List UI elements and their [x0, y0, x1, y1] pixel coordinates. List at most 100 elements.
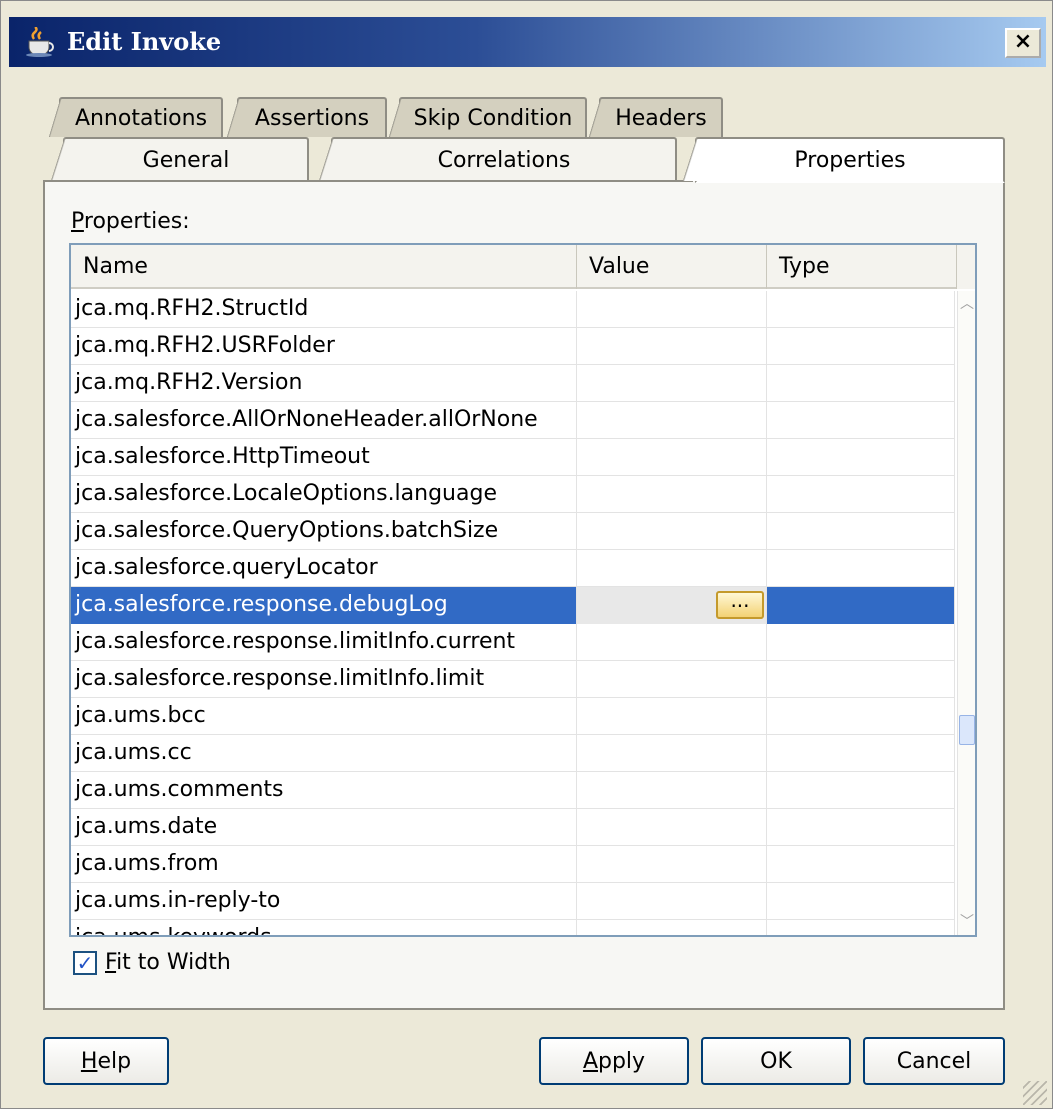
- fit-to-width-label[interactable]: Fit to Width: [105, 950, 231, 975]
- table-row[interactable]: jca.salesforce.QueryOptions.batchSize: [71, 513, 955, 550]
- property-name-cell[interactable]: jca.ums.comments: [71, 772, 577, 809]
- property-value-cell[interactable]: [577, 772, 767, 809]
- table-row[interactable]: jca.ums.from: [71, 846, 955, 883]
- property-name-cell[interactable]: jca.ums.cc: [71, 735, 577, 772]
- property-type-cell[interactable]: [767, 291, 955, 328]
- property-name-cell[interactable]: jca.salesforce.AllOrNoneHeader.allOrNone: [71, 402, 577, 439]
- property-value-cell[interactable]: [577, 846, 767, 883]
- property-name-cell[interactable]: jca.salesforce.QueryOptions.batchSize: [71, 513, 577, 550]
- property-value-cell[interactable]: [577, 735, 767, 772]
- property-type-cell[interactable]: [767, 735, 955, 772]
- tab-general[interactable]: General: [51, 137, 309, 181]
- title-bar[interactable]: Edit Invoke ×: [9, 17, 1046, 67]
- property-name-cell[interactable]: jca.salesforce.response.limitInfo.limit: [71, 661, 577, 698]
- property-value-cell[interactable]: [577, 291, 767, 328]
- table-row[interactable]: jca.mq.RFH2.StructId: [71, 291, 955, 328]
- table-row[interactable]: jca.ums.keywords: [71, 920, 955, 935]
- table-row[interactable]: jca.salesforce.HttpTimeout: [71, 439, 955, 476]
- resize-grip[interactable]: [1023, 1081, 1047, 1105]
- table-row[interactable]: jca.mq.RFH2.Version: [71, 365, 955, 402]
- tab-label: General: [142, 147, 230, 173]
- property-name-cell[interactable]: jca.salesforce.HttpTimeout: [71, 439, 577, 476]
- vertical-scrollbar[interactable]: ︿ ﹀: [957, 291, 975, 935]
- property-name-cell[interactable]: jca.mq.RFH2.USRFolder: [71, 328, 577, 365]
- table-row[interactable]: jca.salesforce.response.debugLog...: [71, 587, 955, 624]
- property-type-cell[interactable]: [767, 809, 955, 846]
- table-row[interactable]: jca.ums.in-reply-to: [71, 883, 955, 920]
- property-type-cell[interactable]: [767, 587, 955, 624]
- property-name-cell[interactable]: jca.ums.in-reply-to: [71, 883, 577, 920]
- property-value-cell[interactable]: [577, 920, 767, 935]
- property-type-cell[interactable]: [767, 402, 955, 439]
- tab-label: Headers: [615, 105, 707, 131]
- table-row[interactable]: jca.salesforce.queryLocator: [71, 550, 955, 587]
- apply-button[interactable]: Apply: [539, 1037, 689, 1085]
- property-type-cell[interactable]: [767, 698, 955, 735]
- property-type-cell[interactable]: [767, 439, 955, 476]
- property-value-cell[interactable]: [577, 402, 767, 439]
- apply-mnemonic: A: [582, 1048, 598, 1074]
- property-value-cell[interactable]: [577, 328, 767, 365]
- property-value-cell[interactable]: [577, 883, 767, 920]
- tab-annotations[interactable]: Annotations: [49, 97, 223, 137]
- edit-value-button[interactable]: ...: [716, 590, 764, 619]
- column-header-name[interactable]: Name: [71, 245, 577, 289]
- close-button[interactable]: ×: [1005, 28, 1041, 58]
- tab-correlations[interactable]: Correlations: [319, 137, 677, 181]
- table-row[interactable]: jca.salesforce.LocaleOptions.language: [71, 476, 955, 513]
- property-name-cell[interactable]: jca.salesforce.response.limitInfo.curren…: [71, 624, 577, 661]
- table-row[interactable]: jca.salesforce.response.limitInfo.curren…: [71, 624, 955, 661]
- property-type-cell[interactable]: [767, 328, 955, 365]
- property-value-cell[interactable]: [577, 661, 767, 698]
- property-type-cell[interactable]: [767, 513, 955, 550]
- tab-skip-condition[interactable]: Skip Condition: [389, 97, 587, 137]
- property-name-cell[interactable]: jca.mq.RFH2.StructId: [71, 291, 577, 328]
- table-row[interactable]: jca.mq.RFH2.USRFolder: [71, 328, 955, 365]
- apply-label: pply: [598, 1048, 646, 1074]
- property-name-cell[interactable]: jca.salesforce.LocaleOptions.language: [71, 476, 577, 513]
- property-type-cell[interactable]: [767, 550, 955, 587]
- property-name-cell[interactable]: jca.mq.RFH2.Version: [71, 365, 577, 402]
- property-value-cell[interactable]: [577, 550, 767, 587]
- table-row[interactable]: jca.ums.bcc: [71, 698, 955, 735]
- property-value-cell[interactable]: [577, 698, 767, 735]
- property-name-cell[interactable]: jca.ums.from: [71, 846, 577, 883]
- property-name-cell[interactable]: jca.salesforce.response.debugLog: [71, 587, 577, 624]
- property-value-cell[interactable]: [577, 513, 767, 550]
- property-name-cell[interactable]: jca.salesforce.queryLocator: [71, 550, 577, 587]
- fit-to-width-checkbox[interactable]: ✓: [73, 951, 97, 975]
- column-header-value[interactable]: Value: [577, 245, 767, 289]
- chevron-up-icon[interactable]: ︿: [960, 293, 974, 313]
- property-value-cell[interactable]: [577, 809, 767, 846]
- ok-button[interactable]: OK: [701, 1037, 851, 1085]
- property-value-cell[interactable]: [577, 365, 767, 402]
- property-type-cell[interactable]: [767, 846, 955, 883]
- table-row[interactable]: jca.salesforce.AllOrNoneHeader.allOrNone: [71, 402, 955, 439]
- property-type-cell[interactable]: [767, 920, 955, 935]
- property-name-cell[interactable]: jca.ums.keywords: [71, 920, 577, 935]
- table-row[interactable]: jca.ums.comments: [71, 772, 955, 809]
- property-value-cell[interactable]: [577, 439, 767, 476]
- tab-properties[interactable]: Properties: [683, 137, 1005, 183]
- scrollbar-thumb[interactable]: [959, 715, 975, 745]
- column-header-type[interactable]: Type: [767, 245, 957, 289]
- property-value-cell[interactable]: [577, 476, 767, 513]
- property-type-cell[interactable]: [767, 476, 955, 513]
- cancel-button[interactable]: Cancel: [863, 1037, 1005, 1085]
- property-type-cell[interactable]: [767, 883, 955, 920]
- property-value-cell[interactable]: [577, 624, 767, 661]
- property-type-cell[interactable]: [767, 365, 955, 402]
- property-type-cell[interactable]: [767, 624, 955, 661]
- table-row[interactable]: jca.salesforce.response.limitInfo.limit: [71, 661, 955, 698]
- property-name-cell[interactable]: jca.ums.date: [71, 809, 577, 846]
- tab-assertions[interactable]: Assertions: [227, 97, 387, 137]
- chevron-down-icon[interactable]: ﹀: [960, 911, 974, 931]
- table-row[interactable]: jca.ums.cc: [71, 735, 955, 772]
- property-type-cell[interactable]: [767, 772, 955, 809]
- tab-headers[interactable]: Headers: [589, 97, 723, 137]
- properties-table[interactable]: Name Value Type jca.mq.RFH2.StructId jca.…: [69, 243, 977, 937]
- property-name-cell[interactable]: jca.ums.bcc: [71, 698, 577, 735]
- property-type-cell[interactable]: [767, 661, 955, 698]
- table-row[interactable]: jca.ums.date: [71, 809, 955, 846]
- help-button[interactable]: Help: [43, 1037, 169, 1085]
